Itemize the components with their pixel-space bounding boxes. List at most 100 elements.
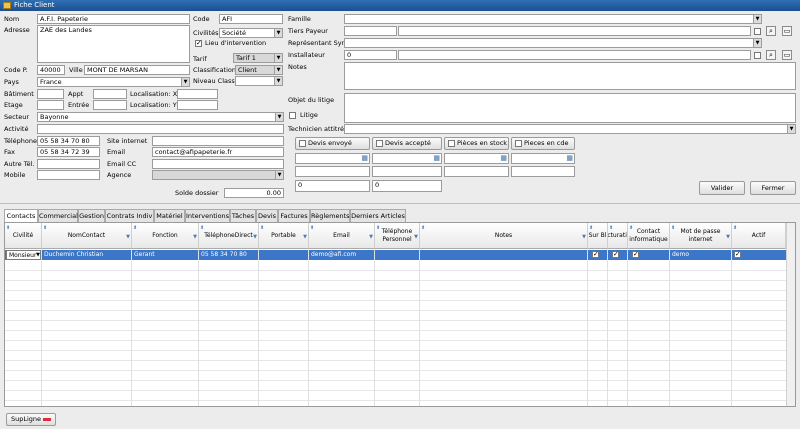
locx-field[interactable] — [177, 89, 218, 99]
calendar-icon[interactable]: ▦ — [566, 154, 573, 162]
tech-select[interactable]: ▼ — [344, 124, 796, 134]
autretel-field[interactable] — [37, 159, 100, 169]
fermer-button[interactable]: Fermer — [750, 181, 796, 195]
actif-checkbox[interactable] — [734, 250, 741, 259]
devis-envoye-checkbox[interactable] — [299, 140, 306, 147]
devis-accepte-date[interactable]: ▦ — [372, 153, 442, 164]
appt-field[interactable] — [93, 89, 127, 99]
column-header[interactable]: ⬍ Civilité — [5, 223, 42, 249]
pieces-stock-box[interactable]: Pièces en stock — [444, 137, 509, 150]
email-field[interactable]: contact@afipapeterie.fr — [152, 147, 284, 157]
column-header[interactable]: ⬍ Email ▼ — [309, 223, 375, 249]
install-checkbox[interactable] — [754, 52, 761, 59]
edit-icon[interactable]: ▭ — [782, 50, 792, 60]
tab-derniers-articles[interactable]: Derniers Articles — [350, 209, 406, 222]
tiers-name-field[interactable] — [398, 26, 751, 36]
tab-taches[interactable]: Tâches — [230, 209, 256, 222]
pieces-stock-extra[interactable] — [444, 166, 509, 177]
column-header[interactable]: ⬍ Actif — [732, 223, 786, 249]
devis-envoye-box[interactable]: Devis envoyé — [295, 137, 370, 150]
telephone-field[interactable]: 05 58 34 70 80 — [37, 136, 100, 146]
column-header[interactable]: ⬍ Portable ▼ — [259, 223, 309, 249]
activite-field[interactable] — [37, 124, 284, 134]
litige-checkbox[interactable] — [289, 112, 296, 119]
devis-envoye-amount[interactable]: 0 — [295, 180, 370, 192]
calendar-icon[interactable]: ▦ — [500, 154, 507, 162]
ville-field[interactable]: MONT DE MARSAN — [84, 65, 190, 75]
pieces-cde-extra[interactable] — [511, 166, 575, 177]
pieces-stock-checkbox[interactable] — [448, 140, 455, 147]
nom-field[interactable]: A.F.I. Papeterie — [37, 14, 190, 24]
tab-devis[interactable]: Devis — [256, 209, 278, 222]
secteur-select[interactable]: Bayonne ▼ — [37, 112, 284, 122]
etage-field[interactable] — [37, 100, 64, 110]
column-header[interactable]: ⬍ Sur Bl — [588, 223, 608, 249]
classification-select[interactable]: Client ▼ — [235, 65, 283, 75]
tab-reglements[interactable]: Règlements — [310, 209, 350, 222]
lieu-checkbox[interactable] — [195, 39, 202, 48]
tel-cell[interactable]: 05 58 34 70 80 — [199, 250, 259, 259]
email-cell[interactable]: demo@afi.com — [309, 250, 375, 259]
column-header[interactable]: ⬍ Fonction ▼ — [132, 223, 199, 249]
codep-field[interactable]: 40000 — [37, 65, 65, 75]
calendar-icon[interactable]: ▦ — [433, 154, 440, 162]
tab-materiel[interactable]: Matériel — [154, 209, 185, 222]
tab-interventions[interactable]: Interventions — [185, 209, 230, 222]
supligne-button[interactable]: SupLigne — [6, 413, 56, 426]
devis-accepte-checkbox[interactable] — [376, 140, 383, 147]
tiers-code-field[interactable] — [344, 26, 397, 36]
fonction-cell[interactable]: Gerant — [132, 250, 199, 259]
tarif-select[interactable]: Tarif 1 ▼ — [233, 53, 283, 63]
entree-field[interactable] — [93, 100, 127, 110]
repr-select[interactable]: ▼ — [344, 38, 762, 48]
site-field[interactable] — [152, 136, 284, 146]
devis-accepte-amount[interactable]: 0 — [372, 180, 442, 192]
fax-field[interactable]: 05 58 34 72 39 — [37, 147, 100, 157]
agence-select[interactable]: ▼ — [152, 170, 284, 180]
column-header[interactable]: ⬍ Contact informatique — [628, 223, 670, 249]
valider-button[interactable]: Valider — [699, 181, 745, 195]
civilite-cell[interactable]: Monsieur ▼ — [6, 250, 41, 260]
search-icon[interactable]: ⌕ — [766, 50, 776, 60]
tab-contacts[interactable]: Contacts — [4, 209, 38, 223]
code-field[interactable]: AFI — [219, 14, 283, 24]
notes-field[interactable] — [344, 62, 796, 90]
civilites-select[interactable]: Société ▼ — [219, 28, 283, 38]
column-header[interactable]: ⬍ Téléphone Personnel ▼ — [375, 223, 420, 249]
column-header[interactable]: ⬍Facturation — [608, 223, 628, 249]
pieces-cde-checkbox[interactable] — [515, 140, 522, 147]
contact-informatique-checkbox[interactable] — [632, 250, 639, 259]
surbl-checkbox[interactable] — [592, 250, 599, 259]
pays-select[interactable]: France ▼ — [37, 77, 190, 87]
column-header[interactable]: ⬍ NomContact ▼ — [42, 223, 132, 249]
emailcc-field[interactable] — [152, 159, 284, 169]
tab-factures[interactable]: Factures — [278, 209, 310, 222]
nom-cell[interactable]: Duchemin Christian — [42, 250, 132, 259]
niveau-select[interactable]: ▼ — [235, 76, 283, 86]
column-header[interactable]: ⬍ TéléphoneDirect ▼ — [199, 223, 259, 249]
facturation-checkbox[interactable] — [612, 250, 619, 259]
column-header[interactable]: ⬍ Mot de passe internet ▼ — [670, 223, 732, 249]
pieces-cde-date[interactable]: ▦ — [511, 153, 575, 164]
vertical-scrollbar[interactable] — [786, 223, 795, 406]
tab-commercial[interactable]: Commercial — [38, 209, 78, 222]
famille-select[interactable]: ▼ — [344, 14, 762, 24]
pieces-stock-date[interactable]: ▦ — [444, 153, 509, 164]
tab-gestion[interactable]: Gestion — [78, 209, 105, 222]
batiment-field[interactable] — [37, 89, 64, 99]
tiers-checkbox[interactable] — [754, 28, 761, 35]
devis-envoye-extra[interactable] — [295, 166, 370, 177]
install-name-field[interactable] — [398, 50, 751, 60]
objet-field[interactable] — [344, 93, 796, 123]
devis-accepte-extra[interactable] — [372, 166, 442, 177]
mobile-field[interactable] — [37, 170, 100, 180]
edit-icon[interactable]: ▭ — [782, 26, 792, 36]
devis-accepte-box[interactable]: Devis accepté — [372, 137, 442, 150]
search-icon[interactable]: ⌕ — [766, 26, 776, 36]
devis-envoye-date[interactable]: ▦ — [295, 153, 370, 164]
install-code-field[interactable]: 0 — [344, 50, 397, 60]
adresse-field[interactable]: ZAE des Landes — [37, 25, 190, 63]
locy-field[interactable] — [177, 100, 218, 110]
column-header[interactable]: ⬍ Notes ▼ — [420, 223, 588, 249]
pieces-cde-box[interactable]: Pieces en cde — [511, 137, 575, 150]
